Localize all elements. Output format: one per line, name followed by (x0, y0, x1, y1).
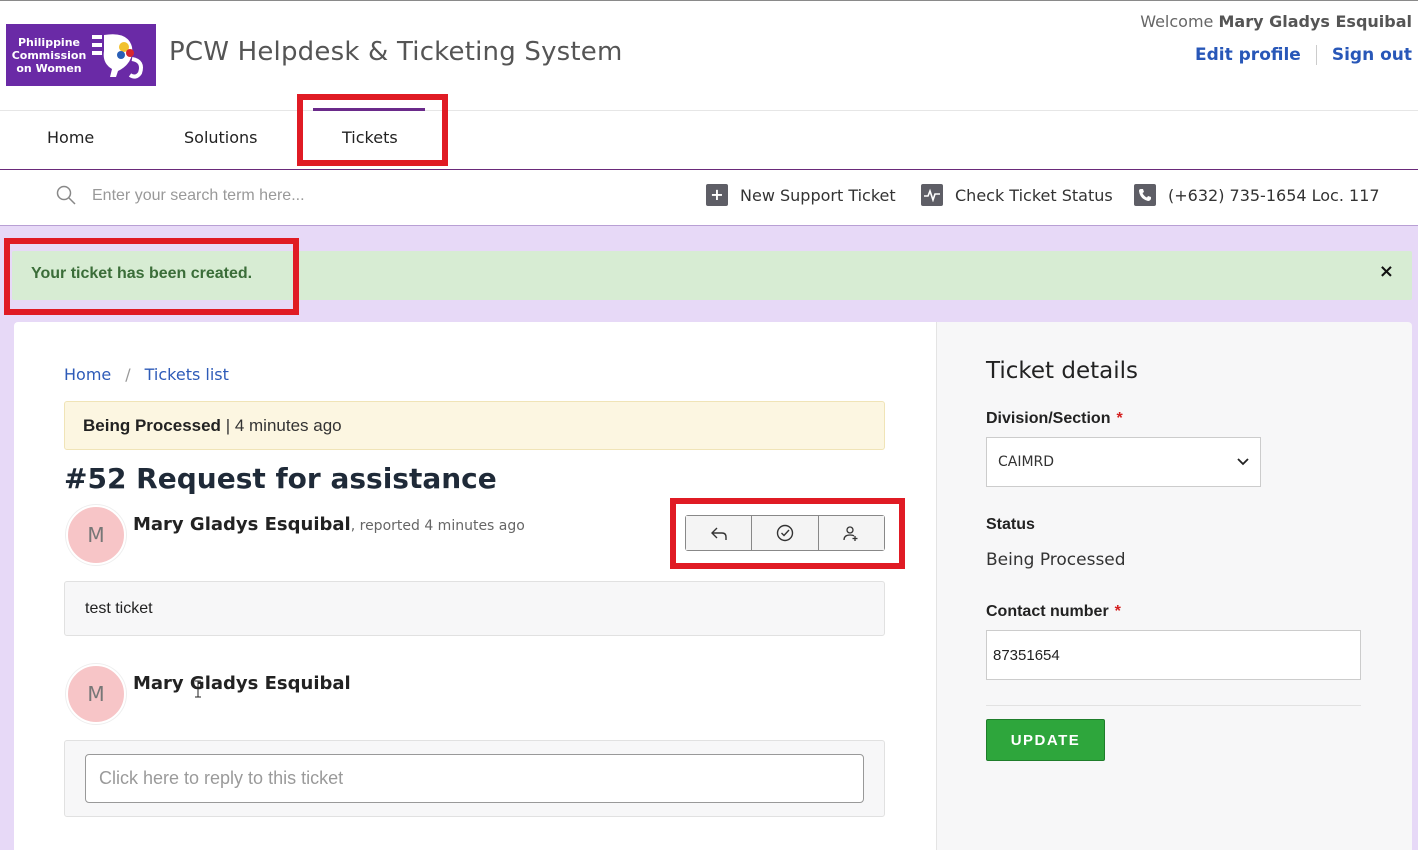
nav-home[interactable]: Home (47, 128, 94, 147)
update-button[interactable]: UPDATE (986, 719, 1105, 761)
pcw-logo[interactable]: Philippine Commission on Women (6, 24, 156, 86)
link-divider (1315, 45, 1317, 65)
division-label-text: Division/Section (986, 410, 1111, 427)
contact-label-text: Contact number (986, 603, 1109, 620)
required-mark: * (1114, 603, 1121, 620)
phone-icon (1134, 184, 1156, 206)
logo-emblem-icon (92, 34, 143, 79)
contact-number-field[interactable] (986, 630, 1361, 680)
status-label: Status (986, 516, 1035, 533)
required-mark: * (1116, 410, 1123, 427)
welcome-text: Welcome Mary Gladys Esquibal (1140, 12, 1412, 31)
nav-solutions[interactable]: Solutions (184, 128, 258, 147)
main-nav: Home Solutions Tickets (0, 112, 1418, 170)
breadcrumb-home[interactable]: Home (64, 365, 111, 384)
welcome-user-name: Mary Gladys Esquibal (1218, 12, 1412, 31)
breadcrumb: Home / Tickets list (64, 365, 229, 384)
phone-contact: (+632) 735-1654 Loc. 117 (1134, 184, 1380, 206)
chevron-down-icon (1237, 458, 1249, 466)
logo-text: Philippine Commission on Women (10, 36, 88, 75)
divider (986, 705, 1361, 706)
new-support-ticket-link[interactable]: + New Support Ticket (706, 184, 896, 206)
edit-profile-link[interactable]: Edit profile (1195, 45, 1301, 65)
search-icon (56, 185, 76, 205)
search-input[interactable] (92, 183, 472, 209)
check-status-label: Check Ticket Status (955, 185, 1113, 205)
author-name: Mary Gladys Esquibal (133, 514, 351, 535)
ticket-author: Mary Gladys Esquibal, reported 4 minutes… (133, 514, 525, 535)
logo-text-line: Philippine (17, 36, 80, 49)
reported-time: , reported 4 minutes ago (350, 518, 525, 534)
division-label: Division/Section * (986, 410, 1123, 428)
contact-label: Contact number * (986, 603, 1121, 621)
reply-author-name: Mary Gladys Esquibal (133, 673, 351, 694)
close-icon[interactable]: × (1379, 261, 1394, 282)
app-title: PCW Helpdesk & Ticketing System (169, 37, 623, 67)
reply-input[interactable] (85, 754, 864, 803)
ticket-details-title: Ticket details (986, 358, 1138, 384)
welcome-prefix: Welcome (1140, 12, 1214, 31)
ticket-message: test ticket (64, 581, 885, 636)
site-header: Philippine Commission on Women PCW Helpd… (0, 1, 1418, 111)
new-ticket-label: New Support Ticket (740, 185, 896, 205)
ticket-status-banner: Being Processed | 4 minutes ago (64, 401, 885, 450)
status-time: | 4 minutes ago (225, 416, 342, 435)
plus-icon: + (706, 184, 728, 206)
logo-text-line: on Women (16, 62, 82, 75)
status-value: Being Processed (986, 550, 1126, 570)
ticket-title: #52 Request for assistance (64, 462, 497, 495)
breadcrumb-tickets-list[interactable]: Tickets list (145, 365, 229, 384)
phone-number: (+632) 735-1654 Loc. 117 (1168, 185, 1380, 205)
toolbar-row: + New Support Ticket Check Ticket Status… (0, 170, 1418, 226)
reply-container (64, 740, 885, 817)
avatar: M (66, 664, 126, 724)
text-cursor-icon (195, 680, 201, 698)
account-links: Edit profile Sign out (1195, 45, 1412, 65)
avatar: M (66, 505, 126, 565)
sign-out-link[interactable]: Sign out (1332, 45, 1412, 65)
highlight-action-buttons (670, 498, 905, 569)
highlight-alert (4, 238, 299, 315)
logo-text-line: Commission (11, 49, 87, 62)
pulse-icon (921, 184, 943, 206)
highlight-tickets-tab (297, 94, 448, 166)
check-ticket-status-link[interactable]: Check Ticket Status (921, 184, 1113, 206)
division-selected-value: CAIMRD (998, 454, 1055, 470)
status-badge: Being Processed (83, 416, 221, 435)
division-select[interactable]: CAIMRD (986, 437, 1261, 487)
breadcrumb-separator: / (125, 365, 131, 384)
ticket-details-panel (936, 322, 1412, 850)
